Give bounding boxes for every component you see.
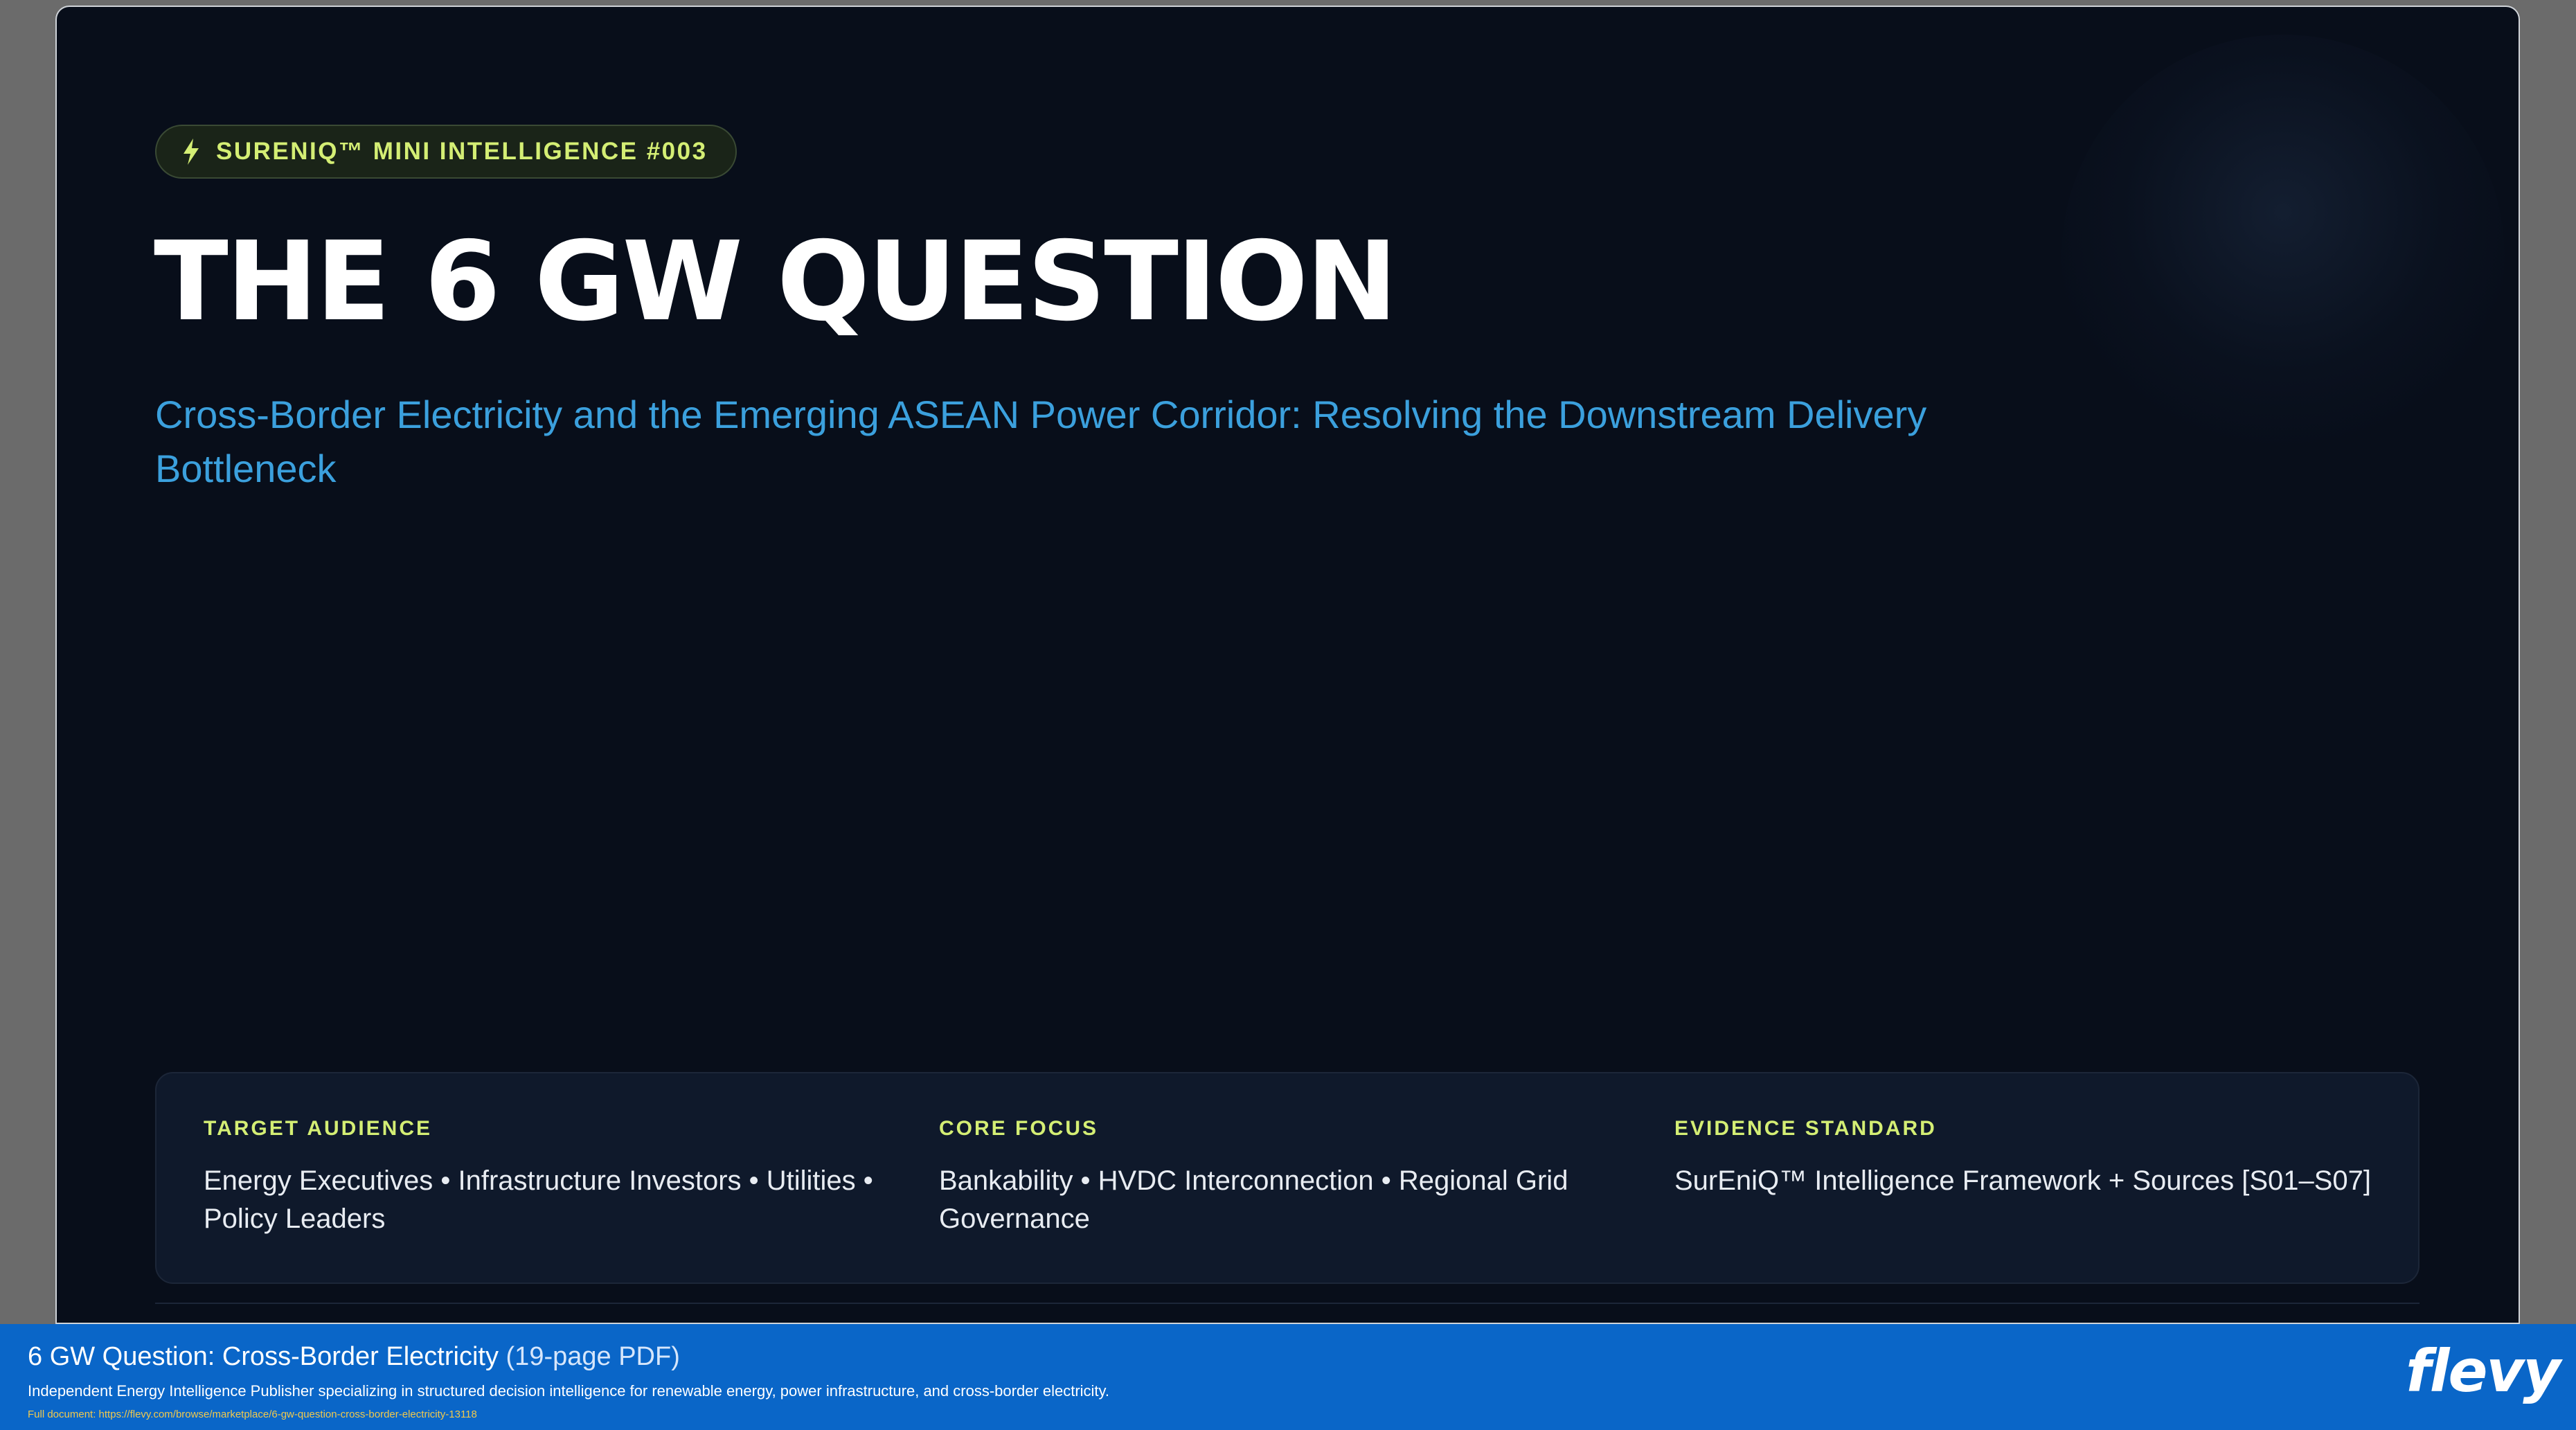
- document-link[interactable]: Full document: https://flevy.com/browse/…: [28, 1409, 477, 1420]
- core-focus-column: CORE FOCUS Bankability • HVDC Interconne…: [939, 1115, 1631, 1238]
- page-subtitle: Cross-Border Electricity and the Emergin…: [155, 393, 1927, 490]
- footer-description: Independent Energy Intelligence Publishe…: [28, 1382, 1110, 1400]
- evidence-standard-column: EVIDENCE STANDARD SurEniQ™ Intelligence …: [1674, 1115, 2395, 1200]
- evidence-standard-value: SurEniQ™ Intelligence Framework + Source…: [1674, 1165, 2372, 1196]
- slide: SURENIQ™ MINI INTELLIGENCE #003 THE 6 GW…: [57, 7, 2519, 1323]
- document-footer-banner[interactable]: 6 GW Question: Cross-Border Electricity …: [0, 1324, 2576, 1430]
- badge-text: SURENIQ™ MINI INTELLIGENCE #003: [216, 138, 708, 165]
- core-focus-value: Bankability • HVDC Interconnection • Reg…: [939, 1165, 1568, 1234]
- target-audience-label: TARGET AUDIENCE: [204, 1117, 432, 1140]
- page-count: (19-page PDF): [506, 1342, 680, 1371]
- document-title[interactable]: 6 GW Question: Cross-Border Electricity: [28, 1342, 499, 1371]
- evidence-standard-label: EVIDENCE STANDARD: [1674, 1117, 1937, 1140]
- core-focus-label: CORE FOCUS: [939, 1117, 1099, 1140]
- page-title: THE 6 GW QUESTION: [154, 218, 1397, 346]
- target-audience-value: Energy Executives • Infrastructure Inves…: [204, 1165, 873, 1234]
- footer-title[interactable]: 6 GW Question: Cross-Border Electricity …: [28, 1342, 680, 1372]
- background-glow: [2061, 35, 2505, 478]
- flevy-logo[interactable]: flevy: [2406, 1337, 2561, 1406]
- target-audience-column: TARGET AUDIENCE Energy Executives • Infr…: [204, 1115, 910, 1238]
- divider: [155, 1303, 2420, 1304]
- series-badge: SURENIQ™ MINI INTELLIGENCE #003: [155, 125, 737, 179]
- lightning-bolt-icon: [184, 138, 199, 165]
- info-panel: TARGET AUDIENCE Energy Executives • Infr…: [155, 1072, 2420, 1284]
